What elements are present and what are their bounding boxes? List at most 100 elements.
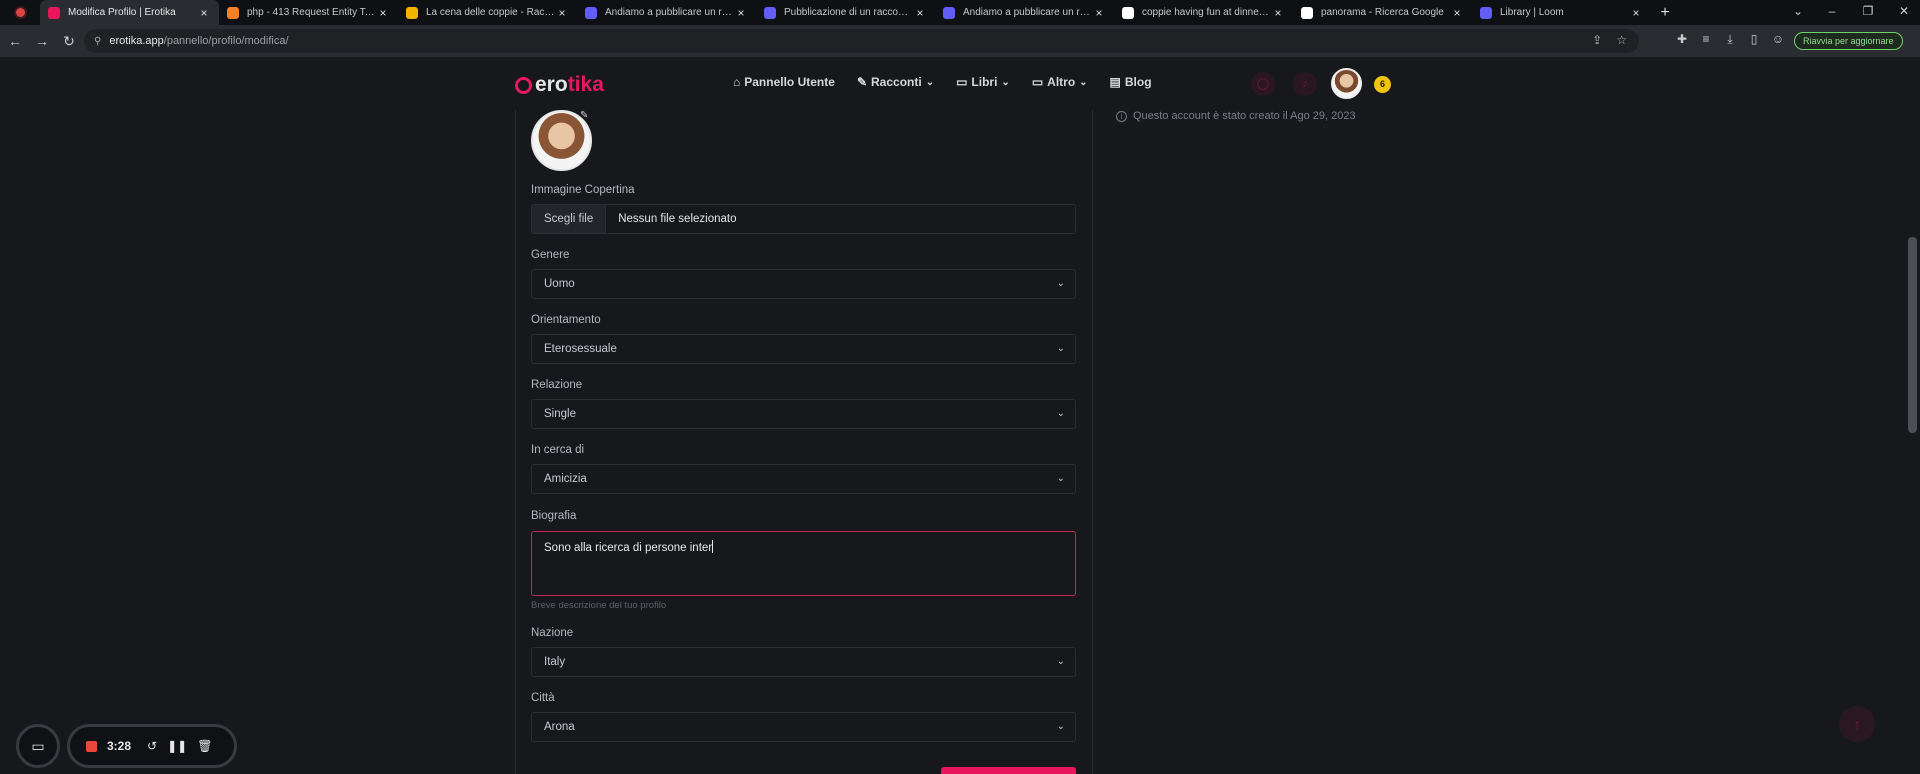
chevron-down-icon: ⌄	[1079, 76, 1088, 88]
minimize-button[interactable]: –	[1812, 0, 1852, 25]
city-select[interactable]: Arona ⌄	[531, 712, 1076, 742]
restore-button[interactable]: ❐	[1848, 0, 1888, 25]
save-button[interactable]	[941, 767, 1076, 774]
recording-indicator-icon	[0, 0, 40, 25]
chevron-down-icon: ⌄	[1056, 721, 1065, 732]
browser-tab[interactable]: coppie having fun at dinner - Ricerca Go…	[1114, 0, 1293, 25]
tab-title: coppie having fun at dinner - Ricerca Go…	[1142, 7, 1271, 18]
profile-icon[interactable]: ☺	[1769, 32, 1787, 46]
logo-text: ero	[535, 73, 568, 96]
tab-title: Andiamo a pubblicare un racconto	[605, 7, 734, 18]
browser-tab[interactable]: panorama - Ricerca Google ×	[1293, 0, 1472, 25]
nav-item-label: Libri	[971, 75, 998, 89]
gender-value: Uomo	[544, 278, 575, 290]
forward-button[interactable]: →	[30, 33, 54, 49]
tab-close-icon[interactable]: ×	[1450, 6, 1464, 20]
chevron-down-icon: ⌄	[1056, 408, 1065, 419]
nav-item-label: Altro	[1047, 75, 1076, 89]
country-select[interactable]: Italy ⌄	[531, 647, 1076, 677]
nav-item-icon: ⌂	[733, 75, 741, 89]
nav-item-label: Blog	[1124, 75, 1152, 89]
browser-tab[interactable]: Modifica Profilo | Erotika ×	[40, 0, 219, 25]
bio-textarea[interactable]: Sono alla ricerca di persone inter	[531, 531, 1076, 596]
tab-title: Modifica Profilo | Erotika	[68, 7, 176, 18]
nav-item-icon: ▭	[956, 75, 968, 89]
page-scrollbar[interactable]	[1905, 57, 1920, 774]
edit-avatar-pencil-icon[interactable]: ✎	[580, 110, 588, 121]
nav-item[interactable]: ⌂ Pannello Utente	[733, 75, 835, 89]
relationship-select[interactable]: Single ⌄	[531, 399, 1076, 429]
site-info-icon[interactable]: ⚲	[94, 36, 101, 47]
account-created-text: Questo account è stato creato il Ago 29,…	[1133, 110, 1356, 122]
browser-tab[interactable]: Andiamo a pubblicare un racconto×	[577, 0, 756, 25]
user-avatar[interactable]	[1331, 68, 1362, 99]
tab-close-icon[interactable]: ×	[1629, 6, 1643, 20]
cover-image-file-input[interactable]: Scegli file Nessun file selezionato	[531, 204, 1076, 234]
nav-item-label: Racconti	[871, 75, 922, 89]
bookmark-star-icon[interactable]: ☆	[1616, 33, 1627, 47]
trash-icon[interactable]: 🗑	[197, 739, 212, 753]
city-value: Arona	[544, 721, 575, 733]
looking-for-value: Amicizia	[544, 473, 587, 485]
reload-button[interactable]: ↻	[57, 33, 81, 50]
tab-favicon-icon	[1122, 6, 1134, 19]
downloads-icon[interactable]: ⤓	[1721, 32, 1739, 47]
close-window-button[interactable]: ✕	[1884, 0, 1920, 25]
bio-label: Biografia	[531, 510, 577, 522]
browser-tab[interactable]: php - 413 Request Entity Too Large×	[219, 0, 398, 25]
stop-recording-button[interactable]	[86, 740, 97, 752]
nav-item[interactable]: ▭ Altro ⌄	[1032, 75, 1088, 89]
site-navbar: ero tika ⌂ Pannello Utente ✎ Racconti ⌄ ▭ Libri…	[0, 57, 1905, 110]
url-domain: erotika.app	[109, 35, 164, 47]
column-divider	[515, 110, 516, 774]
nav-item[interactable]: ✎ Racconti ⌄	[857, 75, 934, 89]
notifications-bell-icon[interactable]: ♪	[1293, 72, 1317, 96]
new-tab-button[interactable]: +	[1651, 4, 1679, 22]
scrollbar-thumb[interactable]	[1908, 237, 1917, 433]
site-logo[interactable]: ero tika	[515, 73, 604, 97]
tab-title: Library | Loom	[1500, 7, 1564, 18]
browser-tab-strip: Modifica Profilo | Erotika × php - 413 Req…	[0, 0, 1920, 25]
looking-for-select[interactable]: Amicizia ⌄	[531, 464, 1076, 494]
share-icon[interactable]: ⇪	[1592, 33, 1602, 47]
gender-select[interactable]: Uomo ⌄	[531, 269, 1076, 299]
browser-tab[interactable]: Andiamo a pubblicare un racconto×	[935, 0, 1114, 25]
address-bar[interactable]: ⚲ erotika.app/pannello/profilo/modifica/…	[84, 29, 1639, 53]
chat-icon[interactable]: ◯	[1251, 72, 1275, 96]
chevron-down-icon: ⌄	[925, 76, 935, 88]
tab-close-icon[interactable]: ×	[197, 6, 211, 20]
browser-tab[interactable]: Library | Loom ×	[1472, 0, 1651, 25]
logo-text-accent: tika	[567, 73, 604, 96]
tab-close-icon[interactable]: ×	[376, 6, 390, 20]
camera-toggle-icon[interactable]: ▭	[16, 724, 60, 768]
nav-item[interactable]: ▭ Libri ⌄	[956, 75, 1010, 89]
side-panel-icon[interactable]: ▯	[1745, 32, 1763, 46]
chevron-down-icon: ⌄	[1056, 656, 1065, 667]
tab-close-icon[interactable]: ×	[913, 6, 927, 20]
tab-close-icon[interactable]: ×	[1092, 6, 1106, 20]
tab-close-icon[interactable]: ×	[734, 6, 748, 20]
tab-close-icon[interactable]: ×	[1271, 6, 1285, 20]
relationship-label: Relazione	[531, 379, 583, 391]
browser-tab[interactable]: La cena delle coppie - Racconti erotici×	[398, 0, 577, 25]
scroll-to-top-button[interactable]: ↑	[1839, 706, 1875, 742]
browser-tab[interactable]: Pubblicazione di un racconto su Erotika×	[756, 0, 935, 25]
tab-title: Andiamo a pubblicare un racconto	[963, 7, 1092, 18]
update-browser-button[interactable]: Riavvia per aggiornare	[1794, 32, 1903, 50]
orientation-select[interactable]: Eterosessuale ⌄	[531, 334, 1076, 364]
country-label: Nazione	[531, 627, 574, 639]
chevron-down-icon: ⌄	[1056, 473, 1065, 484]
city-label: Città	[531, 692, 555, 704]
media-control-icon[interactable]: ≡	[1697, 32, 1715, 46]
restart-icon[interactable]: ↺	[147, 739, 157, 753]
tab-close-icon[interactable]: ×	[555, 6, 569, 20]
bio-helper-text: Breve descrizione del tuo profilo	[531, 600, 667, 611]
pause-icon[interactable]: ❚❚	[167, 739, 187, 753]
extensions-icon[interactable]: ✚	[1673, 32, 1691, 46]
main-menu: ⌂ Pannello Utente ✎ Racconti ⌄ ▭ Libri ⌄ ▭ Altro ⌄…	[733, 75, 1152, 89]
choose-file-button[interactable]: Scegli file	[532, 205, 607, 233]
orientation-value: Eterosessuale	[544, 343, 617, 355]
nav-item[interactable]: ▤ Blog	[1110, 75, 1152, 89]
back-button[interactable]: ←	[3, 33, 27, 49]
text-caret	[712, 540, 714, 553]
